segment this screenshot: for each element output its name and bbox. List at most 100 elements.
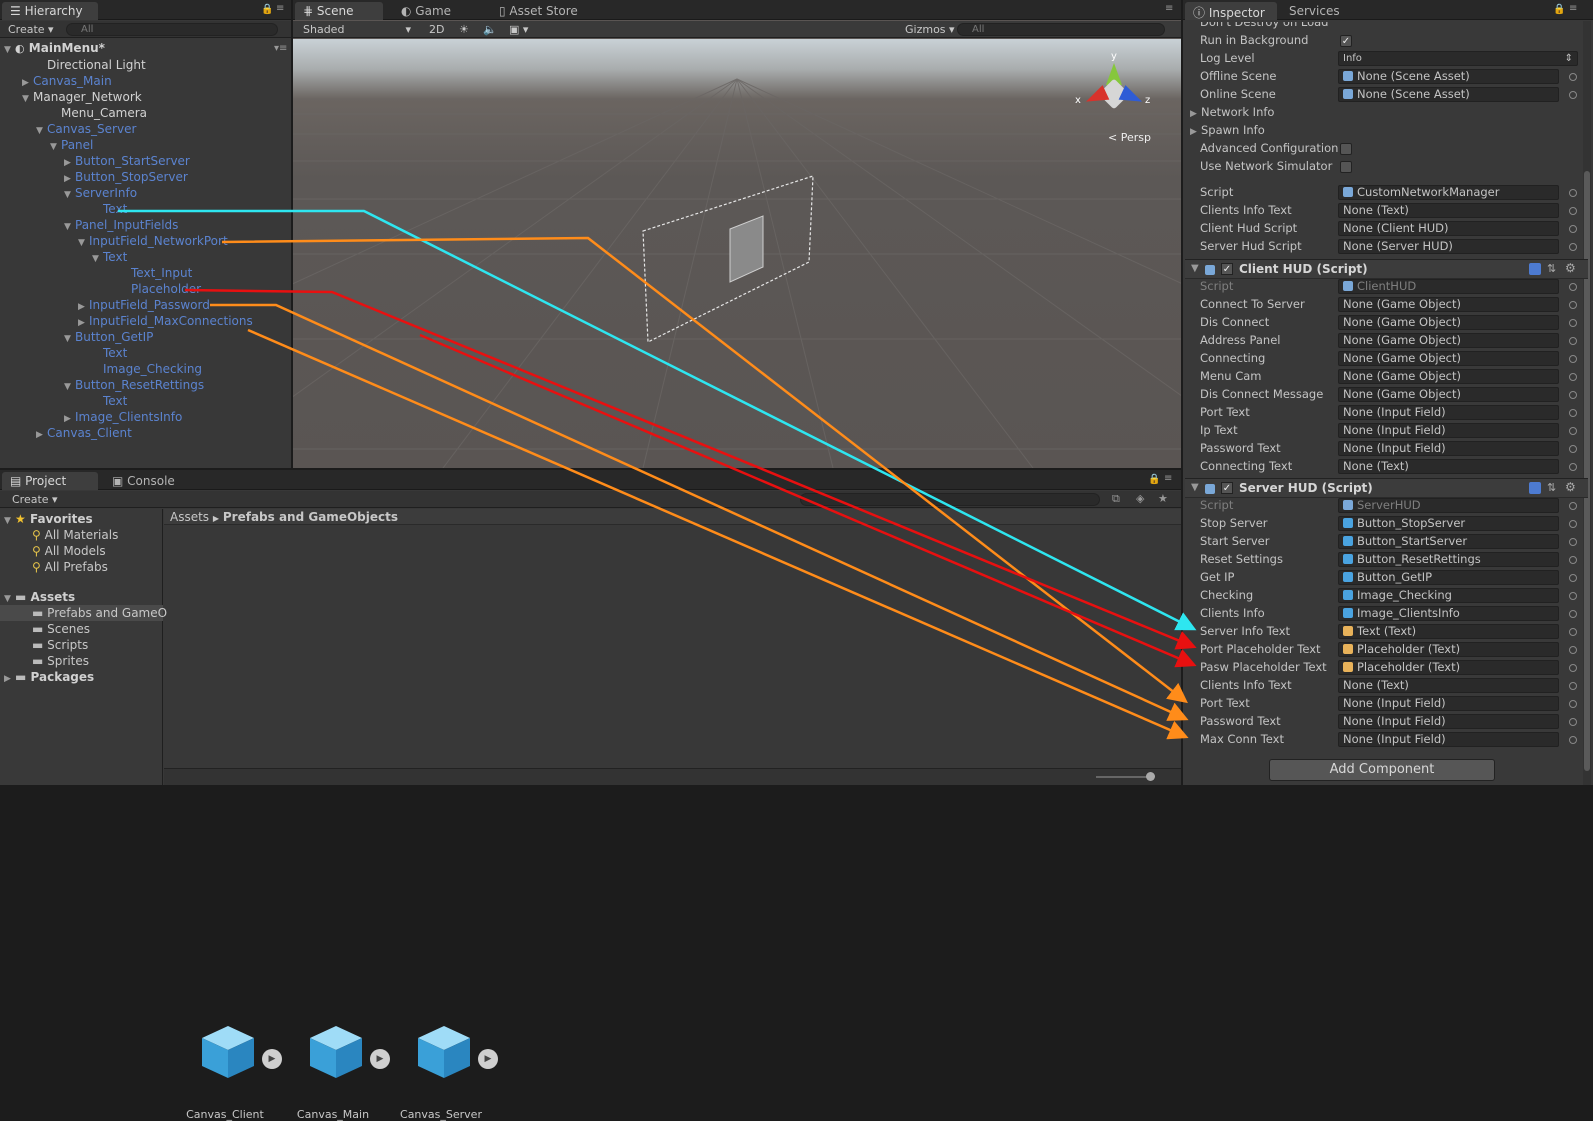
chevron-right-icon[interactable]: ▶	[36, 427, 47, 443]
checkbox[interactable]	[1340, 143, 1352, 155]
object-field[interactable]: Button_ResetRettings	[1338, 552, 1559, 567]
create-dropdown[interactable]: Create ▾	[6, 492, 64, 507]
chevron-down-icon[interactable]: ▼	[64, 379, 75, 395]
breadcrumb-current[interactable]: Prefabs and GameObjects	[223, 510, 398, 524]
folder-item-selected[interactable]: ▬ Prefabs and GameO	[0, 605, 167, 621]
chevron-right-icon[interactable]: ▶	[1190, 106, 1201, 123]
object-field[interactable]: Image_Checking	[1338, 588, 1559, 603]
object-picker-icon[interactable]	[1569, 610, 1577, 618]
hierarchy-item[interactable]: Image_Checking	[92, 361, 202, 377]
chevron-down-icon[interactable]: ▼	[4, 513, 15, 529]
gizmos-dropdown[interactable]: Gizmos ▾	[899, 22, 961, 37]
object-picker-icon[interactable]	[1569, 718, 1577, 726]
chevron-right-icon[interactable]: ▶	[1190, 124, 1201, 141]
scene-search-input[interactable]: All	[957, 23, 1165, 36]
object-field[interactable]: Button_StartServer	[1338, 534, 1559, 549]
hierarchy-item[interactable]: ▼ Canvas_Server	[36, 121, 136, 137]
lock-icon[interactable]: 🔒	[1148, 474, 1160, 485]
prefab-expand-button[interactable]: ▶	[262, 1049, 282, 1069]
inspector-scrollbar[interactable]	[1583, 21, 1591, 785]
prefab-label[interactable]: Canvas_Client	[170, 1108, 280, 1121]
tab-game[interactable]: ◐ Game	[393, 2, 459, 20]
chevron-down-icon[interactable]: ▼	[64, 219, 75, 235]
help-icon[interactable]	[1529, 263, 1541, 275]
object-field[interactable]: None (Scene Asset)	[1338, 69, 1559, 84]
object-field[interactable]: None (Text)	[1338, 203, 1559, 218]
hierarchy-item[interactable]: ▶ InputField_Password	[78, 297, 210, 313]
enabled-checkbox[interactable]: ✓	[1221, 263, 1233, 275]
prefab-expand-button[interactable]: ▶	[478, 1049, 498, 1069]
object-picker-icon[interactable]	[1569, 73, 1577, 81]
favorites-header[interactable]: ▼ ★ Favorites	[4, 511, 93, 527]
chevron-down-icon[interactable]: ▼	[64, 187, 75, 203]
lock-icon[interactable]: 🔒	[261, 4, 273, 15]
lock-icon[interactable]: 🔒	[1553, 4, 1565, 15]
breadcrumb-assets[interactable]: Assets	[170, 510, 209, 524]
hierarchy-item[interactable]: ▶ Canvas_Client	[36, 425, 132, 441]
audio-icon[interactable]: 🔈	[477, 22, 503, 37]
object-field[interactable]: None (Text)	[1338, 459, 1559, 474]
hierarchy-item[interactable]: Placeholder	[120, 281, 201, 297]
object-field[interactable]: None (Input Field)	[1338, 714, 1559, 729]
enabled-checkbox[interactable]: ✓	[1221, 482, 1233, 494]
object-picker-icon[interactable]	[1569, 283, 1577, 291]
hierarchy-item[interactable]: Text	[92, 201, 127, 217]
hierarchy-item[interactable]: ▼ ServerInfo	[64, 185, 137, 201]
hierarchy-item[interactable]: Text	[92, 393, 127, 409]
canvas-gizmo-frame[interactable]	[642, 175, 814, 343]
favorite-item[interactable]: ⚲ All Materials	[32, 527, 118, 543]
hierarchy-item[interactable]: Text_Input	[120, 265, 192, 281]
2d-toggle[interactable]: 2D	[423, 22, 450, 37]
filter-type-icon[interactable]: ⧉	[1112, 492, 1120, 506]
prefab-cube-icon[interactable]	[308, 1024, 364, 1080]
object-field[interactable]: None (Input Field)	[1338, 732, 1559, 747]
hierarchy-item[interactable]: ▼ Manager_Network	[22, 89, 142, 105]
tab-hierarchy[interactable]: ☰ Hierarchy	[2, 2, 98, 20]
object-field[interactable]: None (Game Object)	[1338, 387, 1559, 402]
object-field[interactable]: Placeholder (Text)	[1338, 660, 1559, 675]
object-field[interactable]: None (Game Object)	[1338, 351, 1559, 366]
chevron-down-icon[interactable]: ▼	[1191, 263, 1199, 274]
preset-icon[interactable]: ⇅	[1547, 481, 1556, 494]
object-picker-icon[interactable]	[1569, 646, 1577, 654]
object-field[interactable]: Placeholder (Text)	[1338, 642, 1559, 657]
tab-console[interactable]: ▣ Console	[104, 472, 183, 490]
hierarchy-item[interactable]: ▼ Button_GetIP	[64, 329, 153, 345]
object-picker-icon[interactable]	[1569, 225, 1577, 233]
packages-header[interactable]: ▶ ▬ Packages	[4, 669, 94, 685]
object-picker-icon[interactable]	[1569, 243, 1577, 251]
object-field[interactable]: CustomNetworkManager	[1338, 185, 1559, 200]
object-picker-icon[interactable]	[1569, 445, 1577, 453]
object-picker-icon[interactable]	[1569, 574, 1577, 582]
object-picker-icon[interactable]	[1569, 207, 1577, 215]
chevron-down-icon[interactable]: ▼	[50, 139, 61, 155]
checkbox[interactable]: ✓	[1340, 35, 1352, 47]
chevron-down-icon[interactable]: ▼	[36, 123, 47, 139]
light-icon[interactable]: ☀	[453, 22, 475, 37]
hierarchy-item[interactable]: ▼ Text	[92, 249, 127, 265]
object-field[interactable]: Text (Text)	[1338, 624, 1559, 639]
object-picker-icon[interactable]	[1569, 664, 1577, 672]
object-field[interactable]: None (Input Field)	[1338, 696, 1559, 711]
object-picker-icon[interactable]	[1569, 556, 1577, 564]
folder-item[interactable]: ▬ Scripts	[32, 637, 88, 653]
menu-icon[interactable]: ≡	[1569, 3, 1577, 14]
favorite-item[interactable]: ⚲ All Prefabs	[32, 559, 108, 575]
prefab-cube-icon[interactable]	[416, 1024, 472, 1080]
chevron-down-icon[interactable]: ▼	[92, 251, 103, 267]
icon-size-slider[interactable]	[1096, 772, 1155, 781]
object-field[interactable]: Button_GetIP	[1338, 570, 1559, 585]
gear-icon[interactable]: ⚙	[1565, 480, 1576, 494]
object-picker-icon[interactable]	[1569, 301, 1577, 309]
object-field[interactable]: None (Input Field)	[1338, 441, 1559, 456]
object-picker-icon[interactable]	[1569, 736, 1577, 744]
object-picker-icon[interactable]	[1569, 520, 1577, 528]
assets-header[interactable]: ▼ ▬ Assets	[4, 589, 75, 605]
chevron-down-icon[interactable]: ▼	[1191, 482, 1199, 493]
object-field[interactable]: None (Scene Asset)	[1338, 87, 1559, 102]
orientation-gizmo[interactable]: y x z	[1075, 51, 1150, 129]
filter-label-icon[interactable]: ◈	[1136, 492, 1144, 505]
object-picker-icon[interactable]	[1569, 682, 1577, 690]
object-picker-icon[interactable]	[1569, 189, 1577, 197]
object-field[interactable]: Image_ClientsInfo	[1338, 606, 1559, 621]
